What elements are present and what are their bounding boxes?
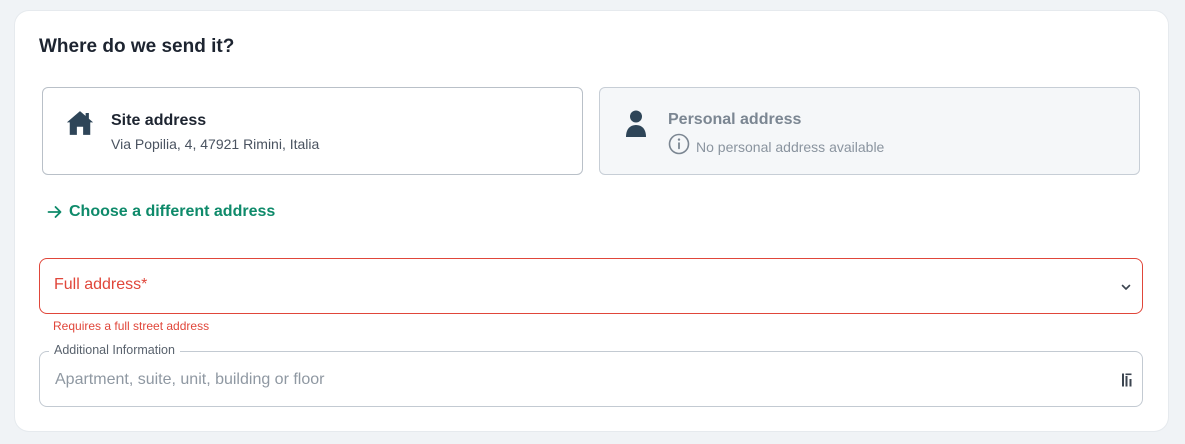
site-address-value: Via Popilia, 4, 47921 Rimini, Italia <box>111 136 320 152</box>
choose-different-address-label: Choose a different address <box>69 203 276 220</box>
personal-address-note-row: No personal address available <box>668 133 884 160</box>
house-icon <box>65 108 95 143</box>
personal-address-note: No personal address available <box>696 138 885 155</box>
additional-information-label: Additional Information <box>49 343 180 357</box>
chevron-down-icon[interactable] <box>1120 280 1132 298</box>
personal-address-option: Personal address No personal address ava… <box>599 87 1140 175</box>
info-icon <box>668 133 690 160</box>
personal-address-title: Personal address <box>668 111 802 128</box>
site-address-option[interactable]: Site address Via Popilia, 4, 47921 Rimin… <box>42 87 583 175</box>
full-address-placeholder: Full address* <box>54 276 148 293</box>
additional-information-input[interactable] <box>53 364 1117 396</box>
choose-different-address-link[interactable]: Choose a different address <box>47 203 275 221</box>
section-title: Where do we send it? <box>39 36 235 57</box>
keyboard-icon[interactable] <box>1121 372 1133 393</box>
full-address-error: Requires a full street address <box>53 319 210 333</box>
arrow-right-icon <box>47 206 62 218</box>
full-address-select[interactable]: Full address* <box>39 258 1143 314</box>
person-icon <box>625 109 647 144</box>
site-address-title: Site address <box>111 112 207 129</box>
additional-information-field: Additional Information <box>39 343 1143 407</box>
